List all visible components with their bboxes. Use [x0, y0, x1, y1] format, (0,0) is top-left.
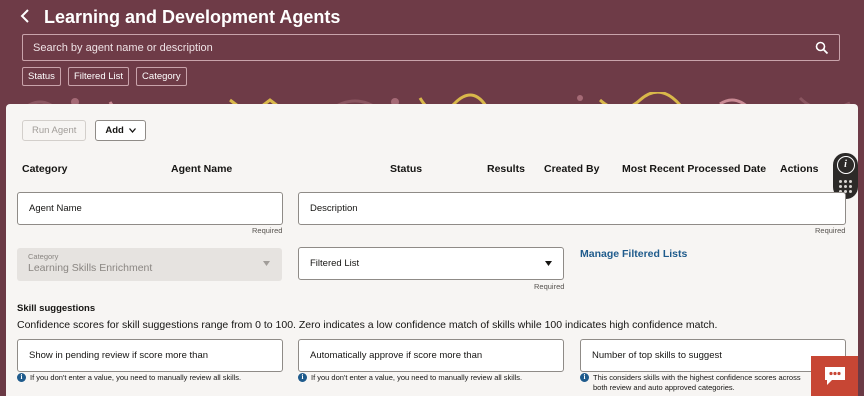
- column-header-processed-date: Most Recent Processed Date: [622, 163, 767, 175]
- info-icon: i: [298, 373, 307, 382]
- filter-chip-status[interactable]: Status: [22, 67, 61, 86]
- column-header-category: Category: [22, 163, 68, 175]
- auto-approve-hint-text: If you don't enter a value, you need to …: [311, 373, 523, 382]
- skill-suggestions-description: Confidence scores for skill suggestions …: [17, 319, 718, 331]
- pending-review-score-field[interactable]: Show in pending review if score more tha…: [17, 339, 283, 372]
- agent-name-label: Agent Name: [29, 203, 82, 214]
- top-skills-hint-text: This considers skills with the highest c…: [593, 373, 801, 392]
- info-icon[interactable]: i: [836, 156, 855, 174]
- description-label: Description: [310, 203, 358, 214]
- top-skills-hint: i This considers skills with the highest…: [580, 373, 808, 396]
- top-skills-field[interactable]: Number of top skills to suggest: [580, 339, 846, 372]
- filtered-list-label: Filtered List: [310, 258, 360, 269]
- filter-chip-category[interactable]: Category: [136, 67, 187, 86]
- column-header-created-by: Created By: [544, 163, 600, 175]
- agent-name-required: Required: [252, 226, 283, 235]
- auto-approve-score-field[interactable]: Automatically approve if score more than: [298, 339, 564, 372]
- back-chevron-icon[interactable]: [18, 7, 32, 28]
- caret-down-icon: [128, 128, 136, 133]
- pending-review-label: Show in pending review if score more tha…: [29, 350, 209, 361]
- top-skills-label: Number of top skills to suggest: [592, 350, 722, 361]
- caret-down-icon: [263, 261, 270, 266]
- category-value: Learning Skills Enrichment: [28, 262, 153, 274]
- chat-icon: [824, 367, 845, 385]
- description-required: Required: [815, 226, 846, 235]
- pending-review-hint: i If you don't enter a value, you need t…: [17, 373, 283, 383]
- auto-approve-label: Automatically approve if score more than: [310, 350, 483, 361]
- filtered-list-select[interactable]: Filtered List: [298, 247, 564, 280]
- filter-chip-filtered-list[interactable]: Filtered List: [67, 67, 130, 86]
- auto-approve-hint: i If you don't enter a value, you need t…: [298, 373, 564, 383]
- category-select: Category Learning Skills Enrichment: [17, 248, 282, 281]
- column-header-agent-name: Agent Name: [171, 163, 233, 175]
- description-field[interactable]: Description: [298, 192, 846, 225]
- caret-down-icon: [545, 261, 552, 266]
- agent-name-field[interactable]: Agent Name: [17, 192, 283, 225]
- skill-suggestions-title: Skill suggestions: [17, 303, 96, 314]
- add-button-label: Add: [105, 125, 124, 136]
- column-header-status: Status: [390, 163, 423, 175]
- search-placeholder: Search by agent name or description: [33, 41, 213, 54]
- chat-button[interactable]: [811, 356, 858, 396]
- column-header-actions: Actions: [780, 163, 819, 175]
- filtered-list-required: Required: [534, 282, 565, 291]
- run-agent-button[interactable]: Run Agent: [22, 120, 87, 141]
- category-label: Category: [28, 252, 59, 261]
- info-icon: i: [17, 373, 26, 382]
- info-icon: i: [580, 373, 589, 382]
- add-button[interactable]: Add: [95, 120, 146, 141]
- pending-review-hint-text: If you don't enter a value, you need to …: [30, 373, 242, 382]
- column-header-results: Results: [487, 163, 525, 175]
- page-title: Learning and Development Agents: [44, 6, 341, 27]
- search-input[interactable]: Search by agent name or description: [22, 34, 840, 61]
- search-icon[interactable]: [815, 41, 829, 55]
- manage-filtered-lists-link[interactable]: Manage Filtered Lists: [580, 248, 687, 260]
